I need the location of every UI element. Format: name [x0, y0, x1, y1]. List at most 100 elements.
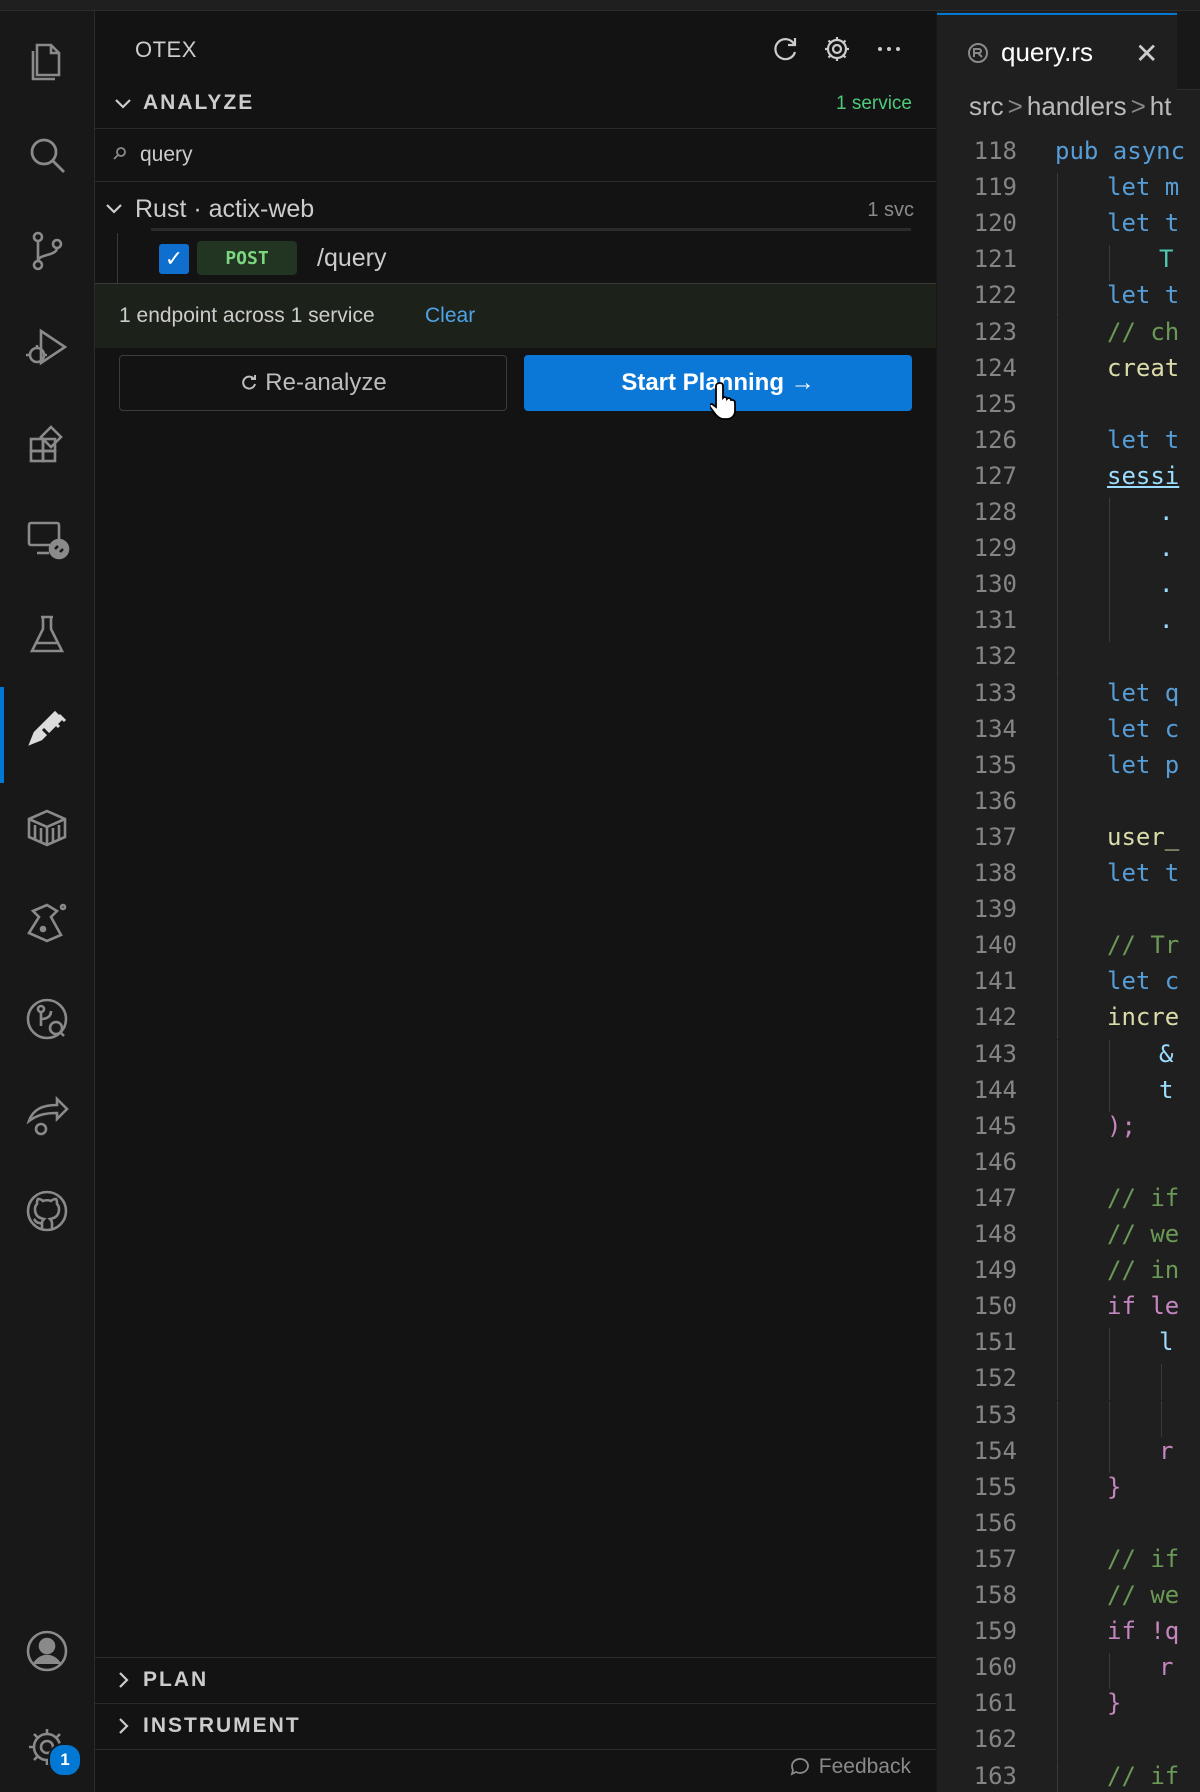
breadcrumb-item[interactable]: handlers: [1027, 91, 1127, 121]
instrument-section-header[interactable]: INSTRUMENT: [95, 1703, 936, 1748]
breadcrumb-item[interactable]: ht: [1150, 91, 1172, 121]
settings-badge: 1: [48, 1743, 82, 1777]
code-text: let q: [1107, 678, 1180, 707]
indent-guide: [1057, 498, 1058, 535]
clear-link[interactable]: Clear: [425, 304, 475, 328]
git-graph-icon[interactable]: [0, 979, 94, 1059]
line-number: 135: [973, 750, 1017, 779]
endpoint-checkbox[interactable]: ✓: [159, 244, 189, 274]
indent-guide: [1057, 245, 1058, 282]
indent-guide: [1109, 534, 1110, 571]
line-number: 122: [973, 281, 1017, 310]
refresh-icon[interactable]: [767, 31, 803, 67]
reanalyze-button[interactable]: Re-analyze: [119, 355, 507, 411]
indent-guide: [1057, 281, 1058, 318]
line-number: 139: [973, 895, 1017, 924]
code-text: let t: [1107, 209, 1180, 238]
line-number: 130: [973, 570, 1017, 599]
extensions-icon[interactable]: [0, 403, 94, 483]
code-line: 148 // we: [937, 1220, 1200, 1257]
chevron-down-icon: [103, 197, 125, 224]
code-text: creat: [1107, 353, 1180, 382]
comment-icon: [790, 1758, 809, 1776]
code-text: .: [1159, 534, 1174, 563]
indent-guide: [1109, 498, 1110, 535]
code-line: 131.: [937, 606, 1200, 643]
run-debug-icon[interactable]: [0, 307, 94, 387]
otex-icon[interactable]: [0, 691, 94, 771]
service-group-row[interactable]: Rust · actix-web 1 svc: [95, 185, 936, 233]
manage-gear-icon[interactable]: [0, 1707, 94, 1787]
code-line: 137 user_: [937, 822, 1200, 859]
more-actions-icon[interactable]: [871, 31, 907, 67]
code-text: // we: [1107, 1581, 1180, 1609]
code-text: // if: [1107, 1183, 1180, 1212]
service-count: 1 service: [835, 93, 912, 114]
line-number: 152: [973, 1364, 1017, 1393]
code-line: 128.: [937, 498, 1200, 535]
package-icon[interactable]: [0, 787, 94, 867]
line-number: 161: [973, 1689, 1017, 1718]
code-text: T: [1159, 245, 1174, 274]
indent-guide: [1057, 1436, 1058, 1473]
account-icon[interactable]: [0, 1611, 94, 1691]
code-view[interactable]: 117 118 pub async 119 let m 120 let t 121 T 122 l…: [937, 125, 1200, 1792]
indent-guide: [1057, 895, 1058, 932]
indent-guide: [1057, 1617, 1058, 1654]
indent-guide: [1057, 1544, 1058, 1581]
line-number: 144: [973, 1075, 1017, 1104]
flask-icon[interactable]: [0, 883, 94, 963]
code-line: 141 let c: [937, 967, 1200, 1004]
close-icon[interactable]: ✕: [1135, 37, 1158, 70]
code-line: 120 let t: [937, 209, 1200, 246]
indent-guide: [1057, 1761, 1058, 1792]
plan-section-header[interactable]: PLAN: [95, 1657, 936, 1702]
analyze-section-header[interactable]: ANALYZE 1 service: [95, 81, 936, 125]
breadcrumb-item[interactable]: src: [969, 91, 1004, 121]
http-method-badge: POST: [197, 241, 297, 275]
code-text: user_: [1107, 822, 1180, 851]
indent-guide: [1161, 1364, 1162, 1401]
code-text: let p: [1107, 750, 1180, 779]
endpoint-row[interactable]: ✓ POST /query: [95, 233, 936, 283]
indent-guide: [1109, 1653, 1110, 1690]
progress-track: [151, 228, 911, 231]
indent-guide: [1057, 1075, 1058, 1112]
search-small-icon: [111, 144, 129, 167]
indent-guide: [1057, 1111, 1058, 1148]
code-text: // if: [1107, 1544, 1180, 1573]
indent-guide: [1057, 642, 1058, 679]
code-line: 159 if !q: [937, 1617, 1200, 1654]
search-input[interactable]: query: [140, 143, 193, 167]
search-icon[interactable]: [0, 115, 94, 195]
code-text: // Tr: [1107, 931, 1180, 960]
code-line: 142 incre: [937, 1003, 1200, 1040]
line-number: 118: [973, 137, 1017, 165]
feedback-link[interactable]: Feedback: [789, 1755, 911, 1779]
settings-icon[interactable]: [819, 31, 855, 67]
indent-guide: [1057, 389, 1058, 426]
testing-icon[interactable]: [0, 595, 94, 675]
line-number: 119: [973, 173, 1017, 202]
line-number: 146: [973, 1147, 1017, 1176]
code-text: // we: [1107, 1220, 1180, 1248]
code-text: let c: [1107, 967, 1180, 996]
code-line: 156: [937, 1508, 1200, 1545]
source-control-icon[interactable]: [0, 211, 94, 291]
code-line: 155}: [937, 1472, 1200, 1509]
service-group-count: 1 svc: [867, 199, 914, 221]
line-number: 151: [973, 1328, 1017, 1357]
code-line: 153: [937, 1400, 1200, 1437]
line-number: 138: [973, 859, 1017, 887]
code-text: pub async: [1055, 137, 1186, 165]
code-text: if le: [1107, 1292, 1180, 1321]
endpoint-search[interactable]: query: [95, 128, 936, 182]
files-icon[interactable]: [0, 19, 94, 99]
reanalyze-label: Re-analyze: [265, 369, 387, 396]
github-icon[interactable]: [0, 1171, 94, 1251]
share-icon[interactable]: [0, 1075, 94, 1155]
remote-explorer-icon[interactable]: [0, 499, 94, 579]
rust-file-icon: [965, 40, 991, 71]
indent-guide: [1057, 209, 1058, 246]
tab-query-rs[interactable]: query.rs ✕: [937, 13, 1177, 89]
